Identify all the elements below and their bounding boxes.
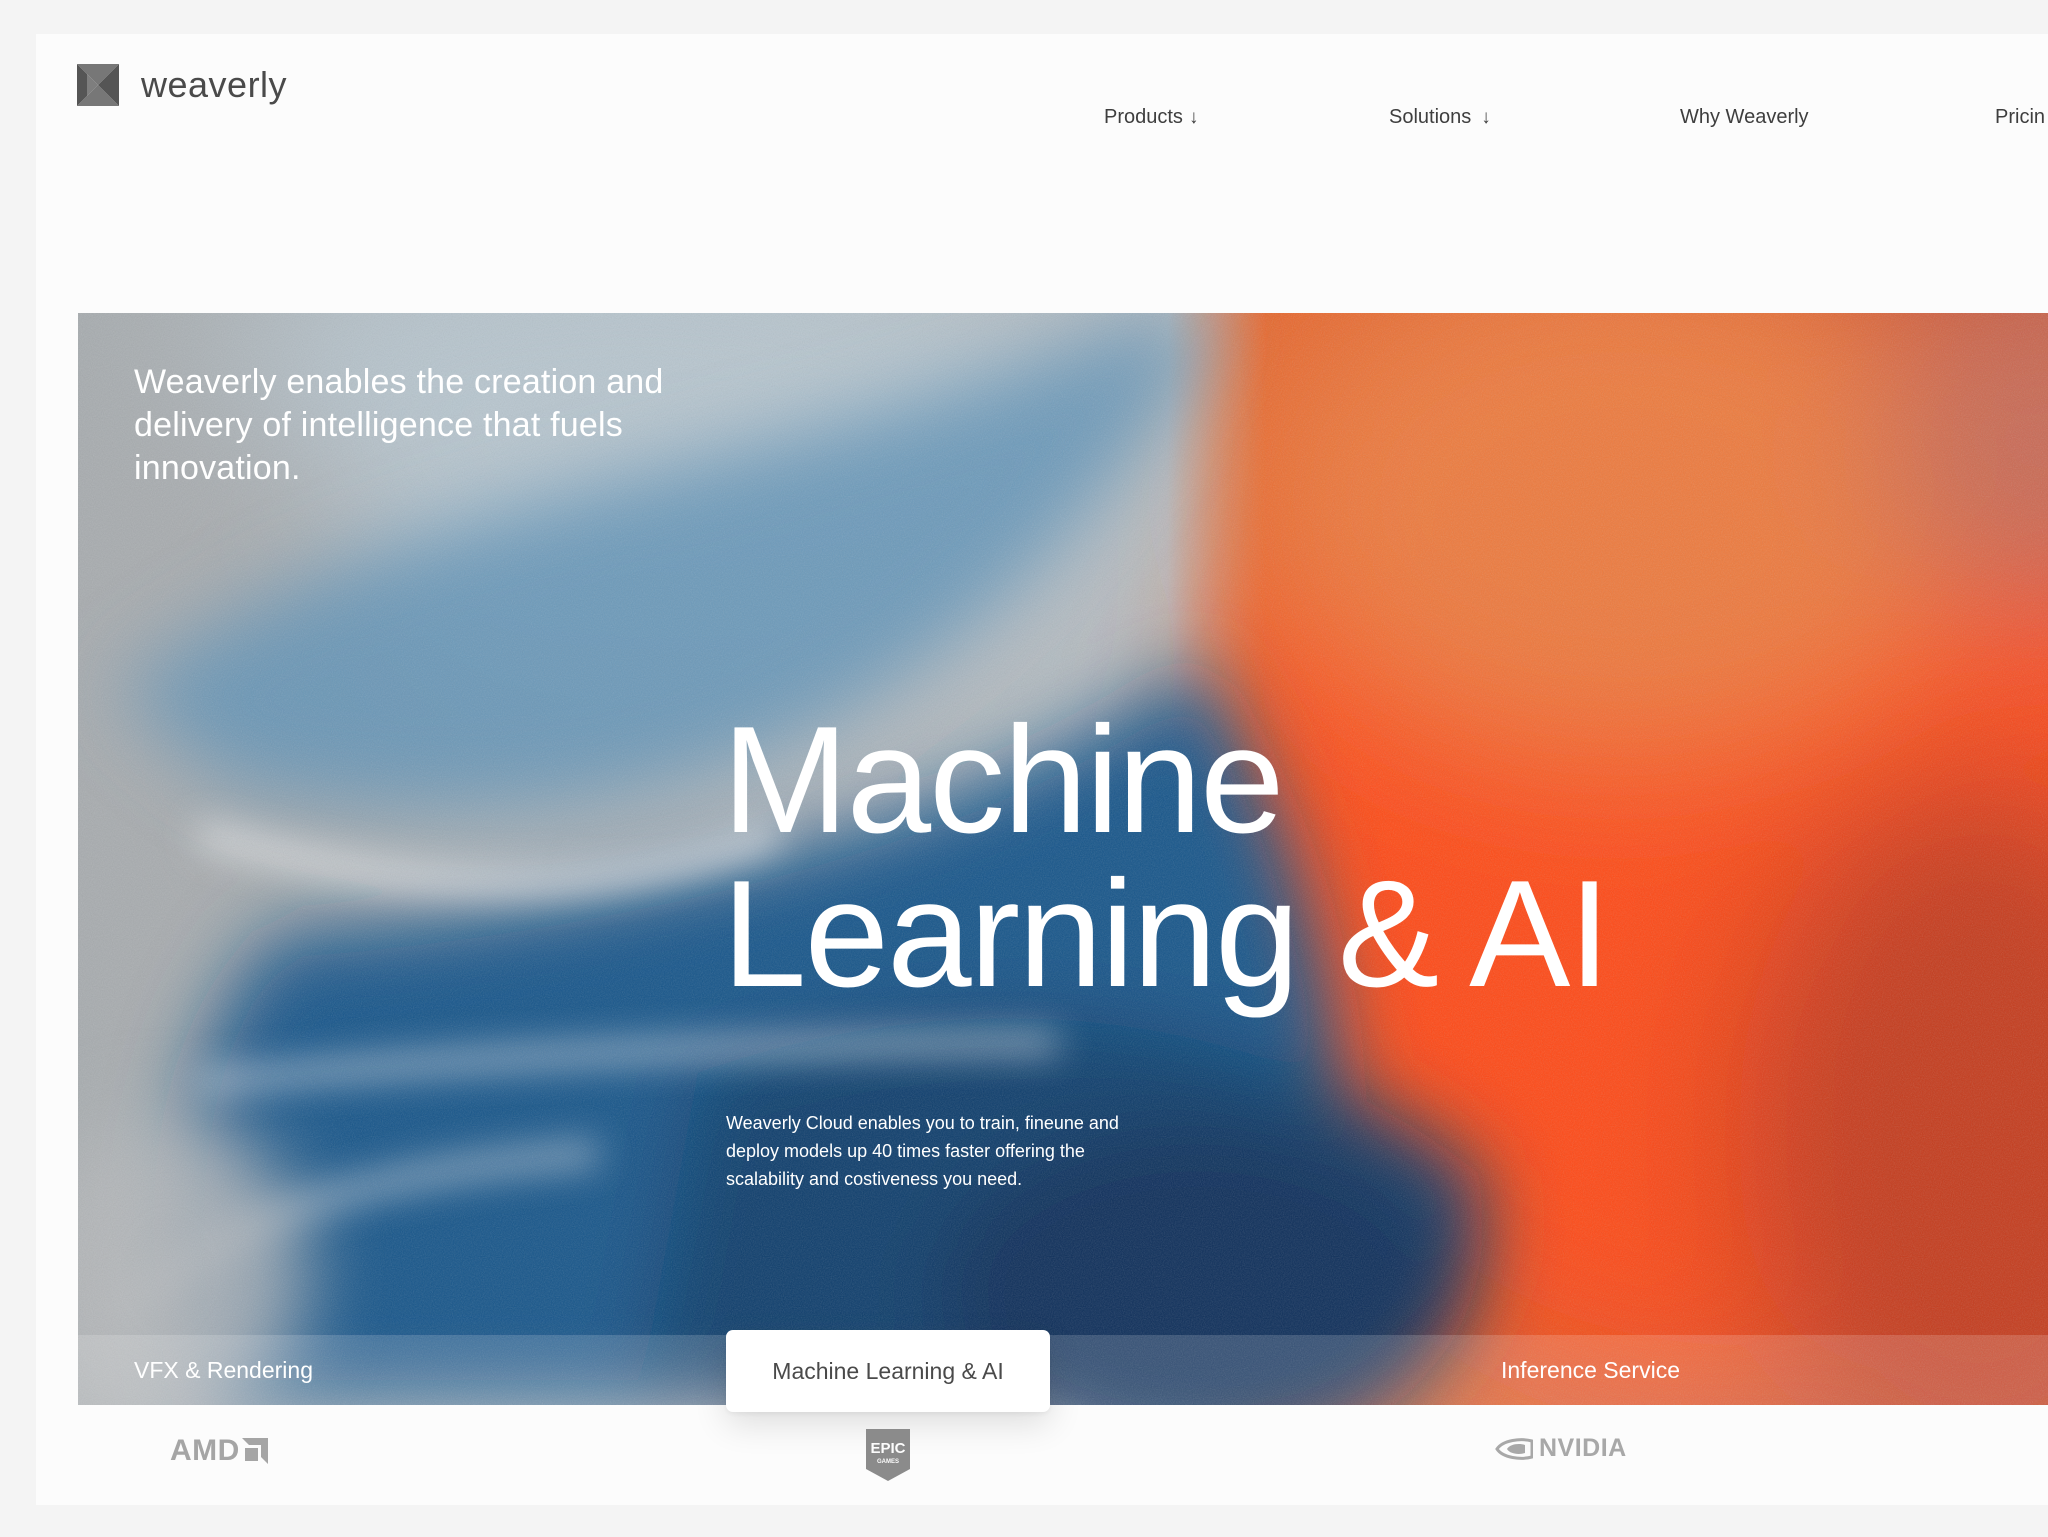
page: weaverly Products ↓ Solutions ↓ Why Weaver… [36, 34, 2048, 1505]
nav-why-weaverly-label: Why Weaverly [1680, 106, 1809, 128]
nav-why-weaverly[interactable]: Why Weaverly [1680, 106, 1809, 129]
nav-products[interactable]: Products ↓ [1104, 106, 1198, 129]
hero-banner: Weaverly enables the creation and delive… [78, 313, 2048, 1405]
hero-title-line-2: Learning & AI [722, 849, 1611, 1019]
hero-tagline: Weaverly enables the creation and delive… [134, 363, 664, 487]
epic-logo-subtext: GAMES [877, 1459, 899, 1465]
tab-vfx-rendering[interactable]: VFX & Rendering [134, 1357, 313, 1384]
nav-solutions[interactable]: Solutions ↓ [1389, 106, 1491, 129]
nav-products-label: Products [1104, 106, 1183, 128]
hero-description: Weaverly Cloud enables you to train, fin… [726, 1113, 1119, 1189]
partner-nvidia: NVIDIA [1495, 1434, 1627, 1463]
category-tabs-bar: VFX & Rendering Inference Service [78, 1335, 2048, 1405]
amd-logo-icon [241, 1438, 268, 1464]
tab-inference-service[interactable]: Inference Service [1501, 1357, 1680, 1384]
epic-logo-text: EPIC [870, 1440, 905, 1457]
amd-logo-text: AMD [170, 1434, 240, 1467]
arrow-down-icon: ↓ [1188, 107, 1199, 128]
partner-amd: AMD [170, 1434, 268, 1468]
epic-games-logo-icon: EPIC GAMES [866, 1429, 910, 1481]
brand-logo[interactable]: weaverly [77, 64, 287, 106]
brand-name: weaverly [141, 64, 288, 105]
hero-title: Machine Learning & AI [722, 703, 1782, 1011]
arrow-down-icon: ↓ [1481, 107, 1491, 128]
nav-pricing[interactable]: Pricin [1995, 106, 2045, 129]
partner-epic-games: EPIC GAMES [864, 1427, 912, 1483]
hero-title-line-1: Machine [722, 695, 1285, 865]
weaverly-logo-icon [77, 64, 119, 106]
nav-pricing-label: Pricin [1995, 106, 2046, 128]
nav-solutions-label: Solutions [1389, 106, 1472, 128]
nvidia-logo-text: NVIDIA [1539, 1434, 1627, 1462]
nvidia-logo-icon [1495, 1437, 1533, 1460]
tab-machine-learning-ai[interactable]: Machine Learning & AI [726, 1330, 1050, 1412]
